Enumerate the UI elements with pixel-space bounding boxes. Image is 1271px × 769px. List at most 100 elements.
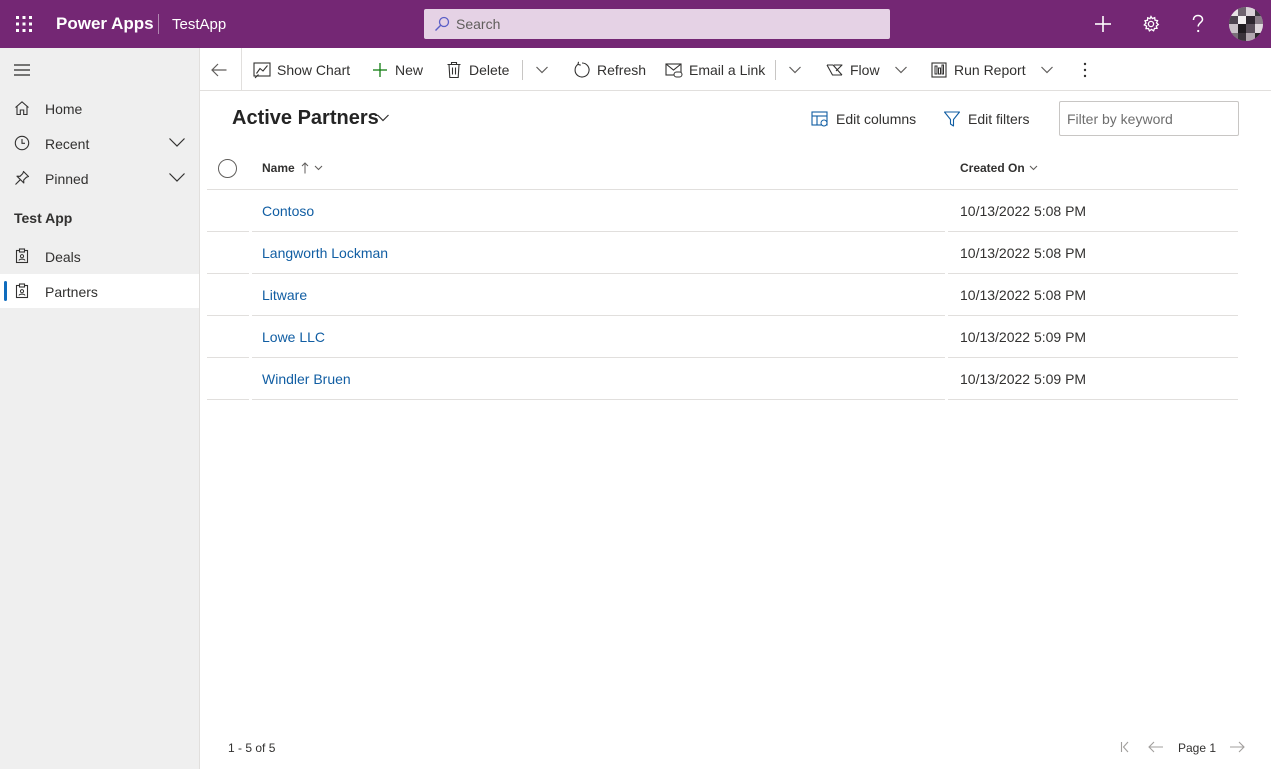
chevron-down-icon <box>892 61 910 79</box>
previous-page-icon[interactable] <box>1146 738 1166 756</box>
pin-icon <box>14 170 30 186</box>
new-button[interactable]: New <box>371 57 423 83</box>
selected-indicator <box>4 281 7 301</box>
more-commands-button[interactable] <box>1076 57 1100 83</box>
chevron-down-icon[interactable] <box>168 171 186 183</box>
email-more-dropdown[interactable] <box>786 57 810 83</box>
email-link-button[interactable]: Email a Link <box>665 57 765 83</box>
chevron-down-icon <box>1029 165 1038 171</box>
help-icon[interactable] <box>1182 8 1214 40</box>
top-bar: Power Apps TestApp Search <box>0 0 1271 48</box>
view-title[interactable]: Active Partners <box>232 107 379 130</box>
search-icon <box>434 16 450 32</box>
flow-button[interactable]: Flow <box>826 57 916 83</box>
plus-icon[interactable] <box>1087 8 1119 40</box>
edit-filters-button[interactable]: Edit filters <box>943 108 1029 130</box>
sidebar-item-partners[interactable]: Partners <box>0 274 199 308</box>
sidebar-item-deals[interactable]: Deals <box>0 239 199 273</box>
table-row[interactable]: Langworth Lockman 10/13/2022 5:08 PM <box>207 232 1238 274</box>
created-on-cell: 10/13/2022 5:09 PM <box>960 371 1087 387</box>
record-name-link[interactable]: Langworth Lockman <box>262 245 388 261</box>
table-row[interactable]: Lowe LLC 10/13/2022 5:09 PM <box>207 316 1238 358</box>
filter-by-keyword-input[interactable] <box>1059 101 1239 136</box>
sidebar-item-label: Recent <box>45 136 90 152</box>
column-header-label: Name <box>262 161 295 175</box>
show-chart-label: Show Chart <box>277 62 351 78</box>
edit-columns-button[interactable]: Edit columns <box>811 108 916 130</box>
command-bar: Show Chart New Delete Refresh Email a Li… <box>200 48 1271 91</box>
flow-icon <box>826 61 844 79</box>
column-header-name[interactable]: Name <box>262 161 323 175</box>
sidebar-item-pinned[interactable]: Pinned <box>0 161 199 195</box>
edit-filters-label: Edit filters <box>968 111 1030 127</box>
table-row[interactable]: Windler Bruen 10/13/2022 5:09 PM <box>207 358 1238 400</box>
email-link-label: Email a Link <box>689 62 766 78</box>
created-on-cell: 10/13/2022 5:09 PM <box>960 329 1087 345</box>
first-page-icon[interactable] <box>1117 738 1137 756</box>
record-count: 1 - 5 of 5 <box>228 741 276 755</box>
row-divider <box>207 399 249 400</box>
filter-icon <box>943 110 961 128</box>
divider <box>522 60 523 80</box>
sidebar-item-home[interactable]: Home <box>0 91 199 125</box>
sidebar-item-label: Deals <box>45 249 81 265</box>
run-report-label: Run Report <box>954 62 1026 78</box>
column-header-label: Created On <box>960 161 1025 175</box>
chevron-down-icon <box>786 61 804 79</box>
avatar[interactable] <box>1229 7 1263 41</box>
app-name[interactable]: TestApp <box>172 16 226 33</box>
chevron-down-icon[interactable] <box>168 136 186 148</box>
hamburger-menu-icon[interactable] <box>8 56 36 84</box>
run-report-button[interactable]: Run Report <box>930 57 1062 83</box>
record-name-link[interactable]: Lowe LLC <box>262 329 325 345</box>
chevron-down-icon <box>314 165 323 171</box>
divider <box>158 14 159 34</box>
new-label: New <box>395 62 424 78</box>
entity-icon <box>14 283 30 299</box>
record-name-link[interactable]: Litware <box>262 287 307 303</box>
delete-more-dropdown[interactable] <box>533 57 557 83</box>
home-icon <box>14 100 30 116</box>
sidebar-item-recent[interactable]: Recent <box>0 126 199 160</box>
entity-icon <box>14 248 30 264</box>
chevron-down-icon <box>1038 61 1056 79</box>
show-chart-button[interactable]: Show Chart <box>253 57 350 83</box>
chevron-down-icon <box>533 61 551 79</box>
table-row[interactable]: Contoso 10/13/2022 5:08 PM <box>207 190 1238 232</box>
sidebar-group-title: Test App <box>14 210 73 226</box>
record-name-link[interactable]: Windler Bruen <box>262 371 351 387</box>
created-on-cell: 10/13/2022 5:08 PM <box>960 287 1087 303</box>
waffle-icon[interactable] <box>8 8 40 40</box>
global-search-box[interactable]: Search <box>424 9 890 39</box>
delete-button[interactable]: Delete <box>445 57 509 83</box>
report-icon <box>930 61 948 79</box>
trash-icon <box>445 61 463 79</box>
brand-name[interactable]: Power Apps <box>56 14 154 34</box>
chart-icon <box>253 61 271 79</box>
clock-icon <box>14 135 30 151</box>
sidebar: Home Recent Pinned Test App Deals Partne… <box>0 48 200 769</box>
delete-label: Delete <box>469 62 510 78</box>
edit-columns-icon <box>811 110 829 128</box>
back-button[interactable] <box>210 57 234 83</box>
refresh-label: Refresh <box>597 62 647 78</box>
select-all-checkbox[interactable] <box>218 159 237 178</box>
refresh-button[interactable]: Refresh <box>573 57 646 83</box>
sidebar-item-label: Partners <box>45 284 98 300</box>
table-row[interactable]: Litware 10/13/2022 5:08 PM <box>207 274 1238 316</box>
search-placeholder: Search <box>456 16 501 32</box>
view-selector-chevron-icon[interactable] <box>376 113 390 123</box>
column-header-created-on[interactable]: Created On <box>960 161 1038 175</box>
row-divider <box>252 399 945 400</box>
created-on-cell: 10/13/2022 5:08 PM <box>960 245 1087 261</box>
plus-icon <box>371 61 389 79</box>
gear-icon[interactable] <box>1135 8 1167 40</box>
sort-ascending-icon <box>301 162 309 174</box>
page-label: Page 1 <box>1178 741 1217 755</box>
back-arrow-icon <box>210 61 228 79</box>
sidebar-item-label: Home <box>45 101 83 117</box>
next-page-icon[interactable] <box>1227 738 1247 756</box>
more-vertical-icon <box>1076 61 1094 79</box>
record-name-link[interactable]: Contoso <box>262 203 314 219</box>
grid-header: Name Created On <box>207 148 1238 190</box>
